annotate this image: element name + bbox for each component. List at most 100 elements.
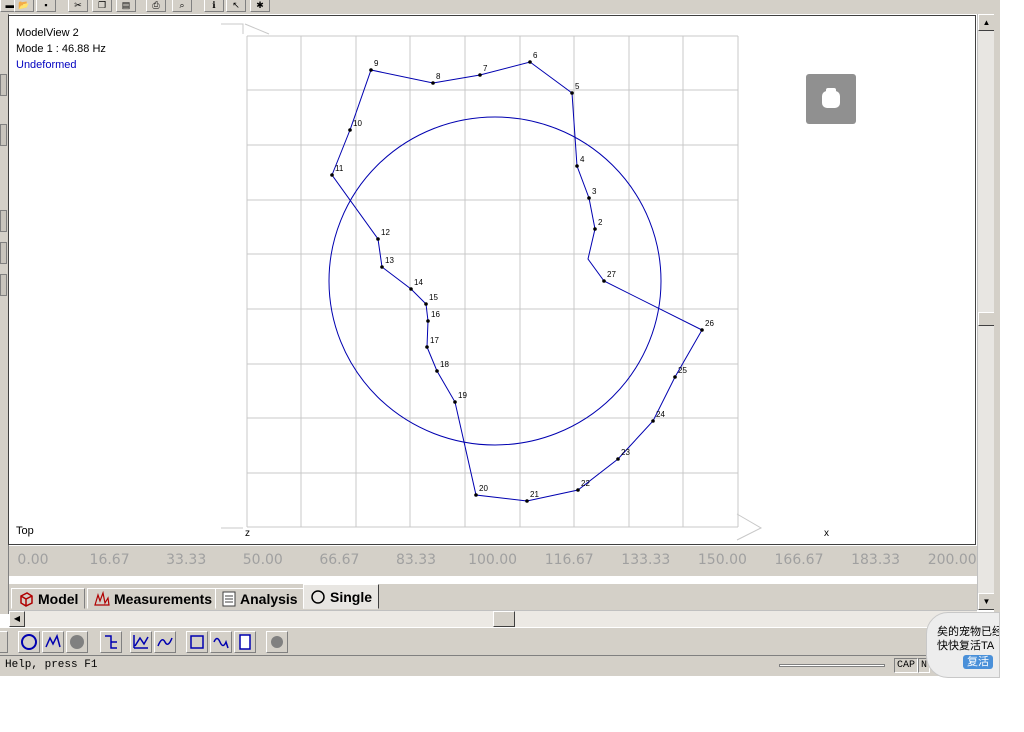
undeformed-circle — [328, 116, 662, 446]
axis-tick-label: 200.00 — [927, 552, 977, 568]
record-icon[interactable] — [266, 631, 288, 653]
node-label: 15 — [429, 293, 438, 302]
sphere-icon[interactable] — [66, 631, 88, 653]
node-label: 20 — [479, 484, 488, 493]
node-point — [602, 279, 606, 283]
plot-grid — [246, 35, 739, 528]
node-point — [426, 319, 430, 323]
animate-icon[interactable] — [18, 631, 40, 653]
scroll-left-arrow-icon[interactable]: ◀ — [9, 611, 25, 627]
dock-handle[interactable] — [0, 74, 7, 96]
node-label: 13 — [385, 256, 394, 265]
page-icon[interactable] — [234, 631, 256, 653]
horizontal-scroll-thumb[interactable] — [493, 611, 515, 627]
tab-model[interactable]: Model — [11, 588, 86, 609]
deformed-shape-line — [331, 61, 703, 502]
waveform-icon — [94, 590, 110, 606]
circle-icon — [311, 589, 325, 604]
mode-shape-icon[interactable] — [154, 631, 176, 653]
node-point — [453, 400, 457, 404]
horizontal-scrollbar[interactable]: ◀ — [9, 610, 977, 627]
node-point — [575, 164, 579, 168]
zoom-slider[interactable] — [779, 664, 885, 667]
tab-measurements[interactable]: Measurements — [87, 588, 220, 609]
signal-icon[interactable] — [210, 631, 232, 653]
node-label: 10 — [353, 119, 362, 128]
view-toolbar — [0, 627, 1000, 656]
axis-tick-label: 16.67 — [89, 552, 130, 568]
save-icon[interactable]: ▪ — [36, 0, 56, 12]
frame-icon[interactable] — [186, 631, 208, 653]
node-label: 6 — [533, 51, 538, 60]
graph-icon[interactable] — [130, 631, 152, 653]
dock-handle[interactable] — [0, 242, 7, 264]
axis-tick-label: 66.67 — [319, 552, 360, 568]
tab-model-label: Model — [38, 590, 79, 607]
scroll-down-arrow-icon[interactable]: ▼ — [978, 593, 995, 610]
caps-lock-indicator: CAP — [894, 658, 919, 673]
copy-icon[interactable]: ❐ — [92, 0, 112, 12]
vertical-scroll-thumb[interactable] — [978, 312, 995, 326]
node-label: 3 — [592, 187, 597, 196]
print-preview-icon[interactable]: ⌕ — [172, 0, 192, 12]
paste-icon[interactable]: ▤ — [116, 0, 136, 12]
print-icon[interactable]: ⎙ — [146, 0, 166, 12]
node-label: 4 — [580, 155, 585, 164]
axis-tick-label: 0.00 — [17, 552, 49, 568]
x-axis-ruler: 0.00 16.67 33.33 50.00 66.67 83.33 100.00 116.6… — [9, 546, 977, 576]
dock-handle[interactable] — [0, 274, 7, 296]
tab-measurements-label: Measurements — [114, 590, 213, 607]
open-file-icon[interactable]: 📂 — [14, 0, 34, 12]
node-point — [525, 499, 529, 503]
tab-analysis-label: Analysis — [240, 590, 298, 607]
waveform-view-icon[interactable] — [42, 631, 64, 653]
tab-single[interactable]: Single — [303, 584, 380, 609]
node-point — [570, 91, 574, 95]
info-icon[interactable]: ℹ — [204, 0, 224, 12]
axis-tick-label: 166.67 — [774, 552, 824, 568]
tool-button-icon[interactable] — [0, 631, 8, 653]
node-label: 11 — [335, 164, 344, 173]
node-point — [348, 128, 352, 132]
tab-analysis[interactable]: Analysis — [215, 588, 305, 609]
scroll-up-arrow-icon[interactable]: ▲ — [978, 14, 995, 31]
cut-icon[interactable]: ✂ — [68, 0, 88, 12]
node-point — [380, 265, 384, 269]
node-point — [593, 227, 597, 231]
floating-assistant-button[interactable] — [806, 74, 856, 124]
node-label: 14 — [414, 278, 423, 287]
x-axis-label: x — [824, 528, 829, 539]
status-bar: Help, press F1 CAP N — [0, 655, 1000, 676]
node-point — [474, 493, 478, 497]
revive-button[interactable]: 复活 — [963, 655, 993, 669]
node-point — [528, 60, 532, 64]
node-label: 8 — [436, 72, 441, 81]
axis-tick-label: 116.67 — [544, 552, 594, 568]
node-point — [431, 81, 435, 85]
node-label: 24 — [656, 410, 665, 419]
tree-structure-icon[interactable] — [100, 631, 122, 653]
axis-tick-label: 183.33 — [851, 552, 901, 568]
node-label: 2 — [598, 218, 603, 227]
window-right-edge — [994, 14, 1000, 674]
dock-handle[interactable] — [0, 124, 7, 146]
lightbulb-icon[interactable]: ✱ — [250, 0, 270, 12]
axis-tick-label: 150.00 — [697, 552, 747, 568]
node-label: 9 — [374, 59, 379, 68]
notification-popup[interactable]: 矣的宠物已经 快快复活TA 复活 — [926, 612, 1000, 678]
popup-message-line2: 快快复活TA — [937, 640, 995, 652]
vertical-scrollbar[interactable]: ▲ ▼ — [977, 14, 995, 610]
node-label: 18 — [440, 360, 449, 369]
axis-tick-label: 50.00 — [242, 552, 283, 568]
node-label: 21 — [530, 490, 539, 499]
node-label: 5 — [575, 82, 580, 91]
node-point — [425, 345, 429, 349]
node-label: 16 — [431, 310, 440, 319]
node-point — [587, 196, 591, 200]
view-tabs: Model Measurements Analysis Single — [9, 584, 977, 610]
shield-icon — [822, 88, 840, 108]
dock-handle[interactable] — [0, 210, 7, 232]
node-point — [616, 457, 620, 461]
node-label: 17 — [430, 336, 439, 345]
help-pointer-icon[interactable]: ↖ — [226, 0, 246, 12]
